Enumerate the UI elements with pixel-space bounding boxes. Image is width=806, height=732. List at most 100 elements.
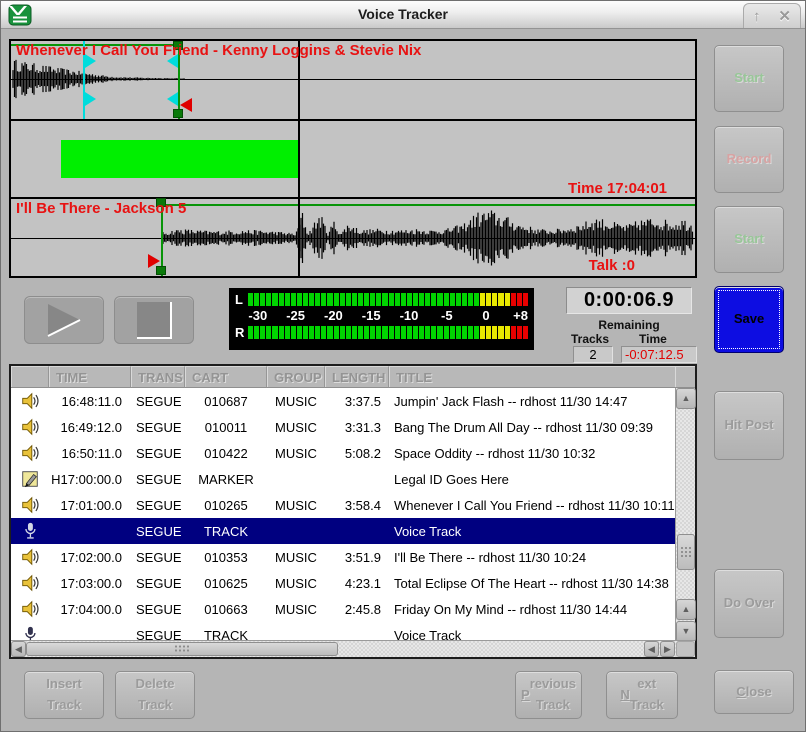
mic-icon — [11, 518, 49, 544]
shade-window-icon[interactable]: ↑ — [753, 9, 761, 24]
column-header-icon[interactable] — [11, 366, 49, 388]
cell-title: Jumpin' Jack Flash -- rdhost 11/30 14:47 — [389, 394, 675, 409]
cell-time: 17:01:00.0 — [49, 498, 131, 513]
cell-group: MUSIC — [267, 446, 325, 461]
speaker-icon — [11, 492, 49, 518]
play-button[interactable] — [24, 296, 104, 344]
column-header-time[interactable]: TIME — [49, 366, 131, 388]
remaining-time-value: -0:07:12.5 — [621, 346, 697, 363]
cell-group: MUSIC — [267, 576, 325, 591]
cell-trans: SEGUE — [131, 576, 185, 591]
previous-track-button[interactable]: PreviousTrack — [515, 671, 582, 719]
stop-icon — [132, 300, 176, 340]
scroll-left-icon[interactable]: ◀ — [644, 641, 659, 657]
close-window-icon[interactable]: ✕ — [778, 9, 791, 24]
cell-length: 5:08.2 — [325, 446, 389, 461]
record-button[interactable]: Record — [714, 126, 784, 193]
cell-cart: TRACK — [185, 524, 267, 539]
do-over-button[interactable]: Do Over — [714, 569, 784, 638]
stop-button[interactable] — [114, 296, 194, 344]
cell-time: 17:03:00.0 — [49, 576, 131, 591]
cell-time: H17:00:00.0 — [49, 472, 131, 487]
remaining-tracks-label: Tracks — [571, 332, 609, 346]
scroll-right-icon[interactable]: ▶ — [660, 641, 675, 657]
meter-scale-label: -20 — [324, 308, 343, 323]
column-header-group[interactable]: GROUP — [267, 366, 325, 388]
cell-cart: 010422 — [185, 446, 267, 461]
meter-scale-label: -30 — [248, 308, 267, 323]
cue-arrow-icon[interactable] — [85, 92, 96, 106]
scroll-down-icon[interactable]: ▼ — [676, 621, 696, 642]
scroll-up-icon[interactable]: ▲ — [676, 599, 696, 620]
scroll-left-icon[interactable]: ◀ — [11, 641, 26, 657]
table-header: TIME TRANS CART GROUP LENGTH TITLE — [11, 366, 695, 388]
table-row[interactable]: 17:01:00.0SEGUE010265MUSIC3:58.4Whenever… — [11, 492, 675, 518]
cue-arrow-icon[interactable] — [167, 92, 178, 106]
table-row[interactable]: 17:02:00.0SEGUE010353MUSIC3:51.9I'll Be … — [11, 544, 675, 570]
save-button[interactable]: Save — [714, 286, 784, 353]
close-button[interactable]: Close — [714, 670, 794, 714]
cell-group: MUSIC — [267, 394, 325, 409]
cell-cart: 010663 — [185, 602, 267, 617]
cell-time: 16:49:12.0 — [49, 420, 131, 435]
meter-scale-label: -5 — [441, 308, 453, 323]
table-row[interactable]: SEGUETRACKVoice Track — [11, 518, 675, 544]
cell-trans: SEGUE — [131, 602, 185, 617]
meter-scale: -30-25-20-15-10-50+8 — [248, 307, 528, 324]
speaker-icon — [11, 596, 49, 622]
next-track-button[interactable]: NextTrack — [606, 671, 678, 719]
scroll-up-icon[interactable]: ▲ — [676, 388, 696, 409]
table-row[interactable]: 17:04:00.0SEGUE010663MUSIC2:45.8Friday O… — [11, 596, 675, 622]
column-header-cart[interactable]: CART — [185, 366, 267, 388]
panel-separator — [11, 119, 695, 121]
horizontal-scroll-thumb[interactable] — [26, 642, 338, 656]
titlebar[interactable]: Voice Tracker ↑ ✕ — [1, 1, 805, 29]
play-icon — [40, 300, 88, 340]
table-row[interactable]: 17:03:00.0SEGUE010625MUSIC4:23.1Total Ec… — [11, 570, 675, 596]
cell-trans: SEGUE — [131, 446, 185, 461]
start-track3-button[interactable]: Start — [714, 206, 784, 273]
cell-title: I'll Be There -- rdhost 11/30 10:24 — [389, 550, 675, 565]
fade-arrow-icon[interactable] — [180, 98, 192, 112]
playback-position-line — [298, 41, 300, 276]
cell-group: MUSIC — [267, 498, 325, 513]
cell-title: Whenever I Call You Friend -- rdhost 11/… — [389, 498, 675, 513]
cell-length: 4:23.1 — [325, 576, 389, 591]
delete-track-button[interactable]: Delete Track — [115, 671, 195, 719]
meter-right-segments — [248, 326, 528, 339]
window-title: Voice Tracker — [1, 6, 805, 22]
talk-label: Talk :0 — [589, 257, 635, 274]
elapsed-time-display: 0:00:06.9 — [566, 287, 692, 314]
cell-trans: SEGUE — [131, 394, 185, 409]
waveform-editor[interactable]: Whenever I Call You Friend - Kenny Loggi… — [9, 39, 697, 278]
column-header-length[interactable]: LENGTH — [325, 366, 389, 388]
table-row[interactable]: 16:50:11.0SEGUE010422MUSIC5:08.2Space Od… — [11, 440, 675, 466]
hit-post-button[interactable]: Hit Post — [714, 391, 784, 460]
cell-cart: 010265 — [185, 498, 267, 513]
window-controls: ↑ ✕ — [743, 3, 801, 28]
cell-title: Space Oddity -- rdhost 11/30 10:32 — [389, 446, 675, 461]
vertical-scrollbar[interactable]: ▲ ▲ ▼ — [675, 388, 695, 642]
table-row[interactable]: 16:49:12.0SEGUE010011MUSIC3:31.3Bang The… — [11, 414, 675, 440]
cell-time: 16:50:11.0 — [49, 446, 131, 461]
voice-track-region[interactable] — [61, 140, 299, 178]
log-table: TIME TRANS CART GROUP LENGTH TITLE 16:48… — [9, 364, 697, 659]
start-track1-button[interactable]: Start — [714, 45, 784, 112]
column-header-trans[interactable]: TRANS — [131, 366, 185, 388]
table-row[interactable]: H17:00:00.0SEGUEMARKERLegal ID Goes Here — [11, 466, 675, 492]
fade-arrow-icon[interactable] — [148, 254, 160, 268]
table-row[interactable]: SEGUETRACKVoice Track — [11, 622, 675, 642]
insert-track-button[interactable]: Insert Track — [24, 671, 104, 719]
cell-length: 2:45.8 — [325, 602, 389, 617]
horizontal-scrollbar[interactable]: ◀ ◀ ▶ — [11, 640, 695, 657]
cell-cart: 010687 — [185, 394, 267, 409]
cell-title: Friday On My Mind -- rdhost 11/30 14:44 — [389, 602, 675, 617]
table-row[interactable]: 16:48:11.0SEGUE010687MUSIC3:37.5Jumpin' … — [11, 388, 675, 414]
remaining-title: Remaining — [566, 318, 692, 332]
column-header-title[interactable]: TITLE — [389, 366, 675, 388]
meter-left-label: L — [235, 293, 248, 306]
vertical-scroll-thumb[interactable] — [677, 534, 695, 570]
remaining-tracks-value: 2 — [573, 346, 613, 363]
mic-icon — [11, 622, 49, 642]
meter-scale-label: 0 — [482, 308, 489, 323]
